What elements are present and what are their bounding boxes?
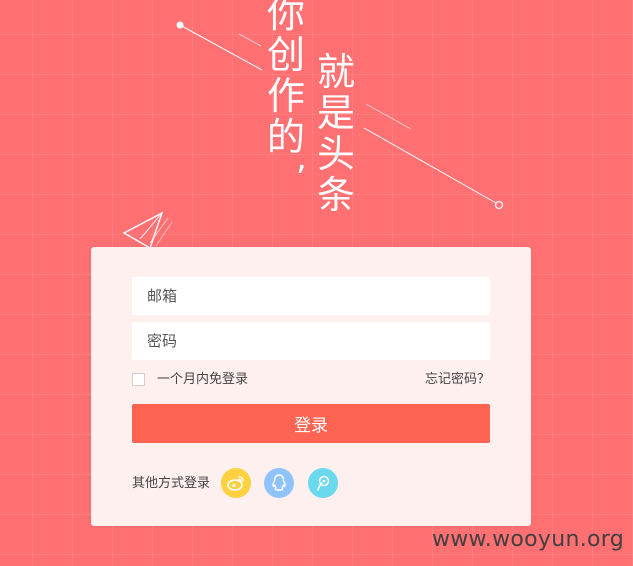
weibo-login-button[interactable] (221, 468, 251, 498)
slogan-char: 作 (266, 74, 305, 118)
watermark: www.wooyun.org (431, 527, 624, 552)
slogan-char: 是 (316, 91, 355, 135)
social-login-row: 其他方式登录 (132, 468, 392, 500)
password-field[interactable] (132, 322, 490, 360)
remember-checkbox[interactable] (132, 373, 145, 386)
slogan-char: 就 (316, 50, 355, 94)
paper-plane-icon (122, 211, 173, 250)
slogan-char: 条 (316, 173, 355, 217)
slogan-right-column: 就 是 头 条 (314, 52, 358, 216)
email-field[interactable] (132, 277, 490, 315)
qq-login-button[interactable] (264, 468, 294, 498)
qq-icon (272, 474, 286, 491)
login-card: 一个月内免登录 忘记密码？ 登录 其他方式登录 (91, 247, 531, 526)
tencent-weibo-icon (317, 475, 330, 491)
weibo-icon (227, 476, 244, 491)
slogan-left-column: 你 创 作 的 (264, 0, 308, 158)
remember-row: 一个月内免登录 忘记密码？ (132, 371, 490, 389)
slogan-char: 你 (266, 0, 305, 36)
forgot-password-link[interactable]: 忘记密码？ (425, 371, 490, 389)
slogan-char: 头 (316, 132, 355, 176)
slogan-char: 创 (266, 33, 305, 77)
tencent-weibo-login-button[interactable] (308, 468, 338, 498)
social-login-label: 其他方式登录 (132, 476, 211, 491)
slogan-comma: , (296, 138, 307, 178)
remember-label[interactable]: 一个月内免登录 (157, 371, 248, 389)
login-button[interactable]: 登录 (132, 404, 490, 443)
